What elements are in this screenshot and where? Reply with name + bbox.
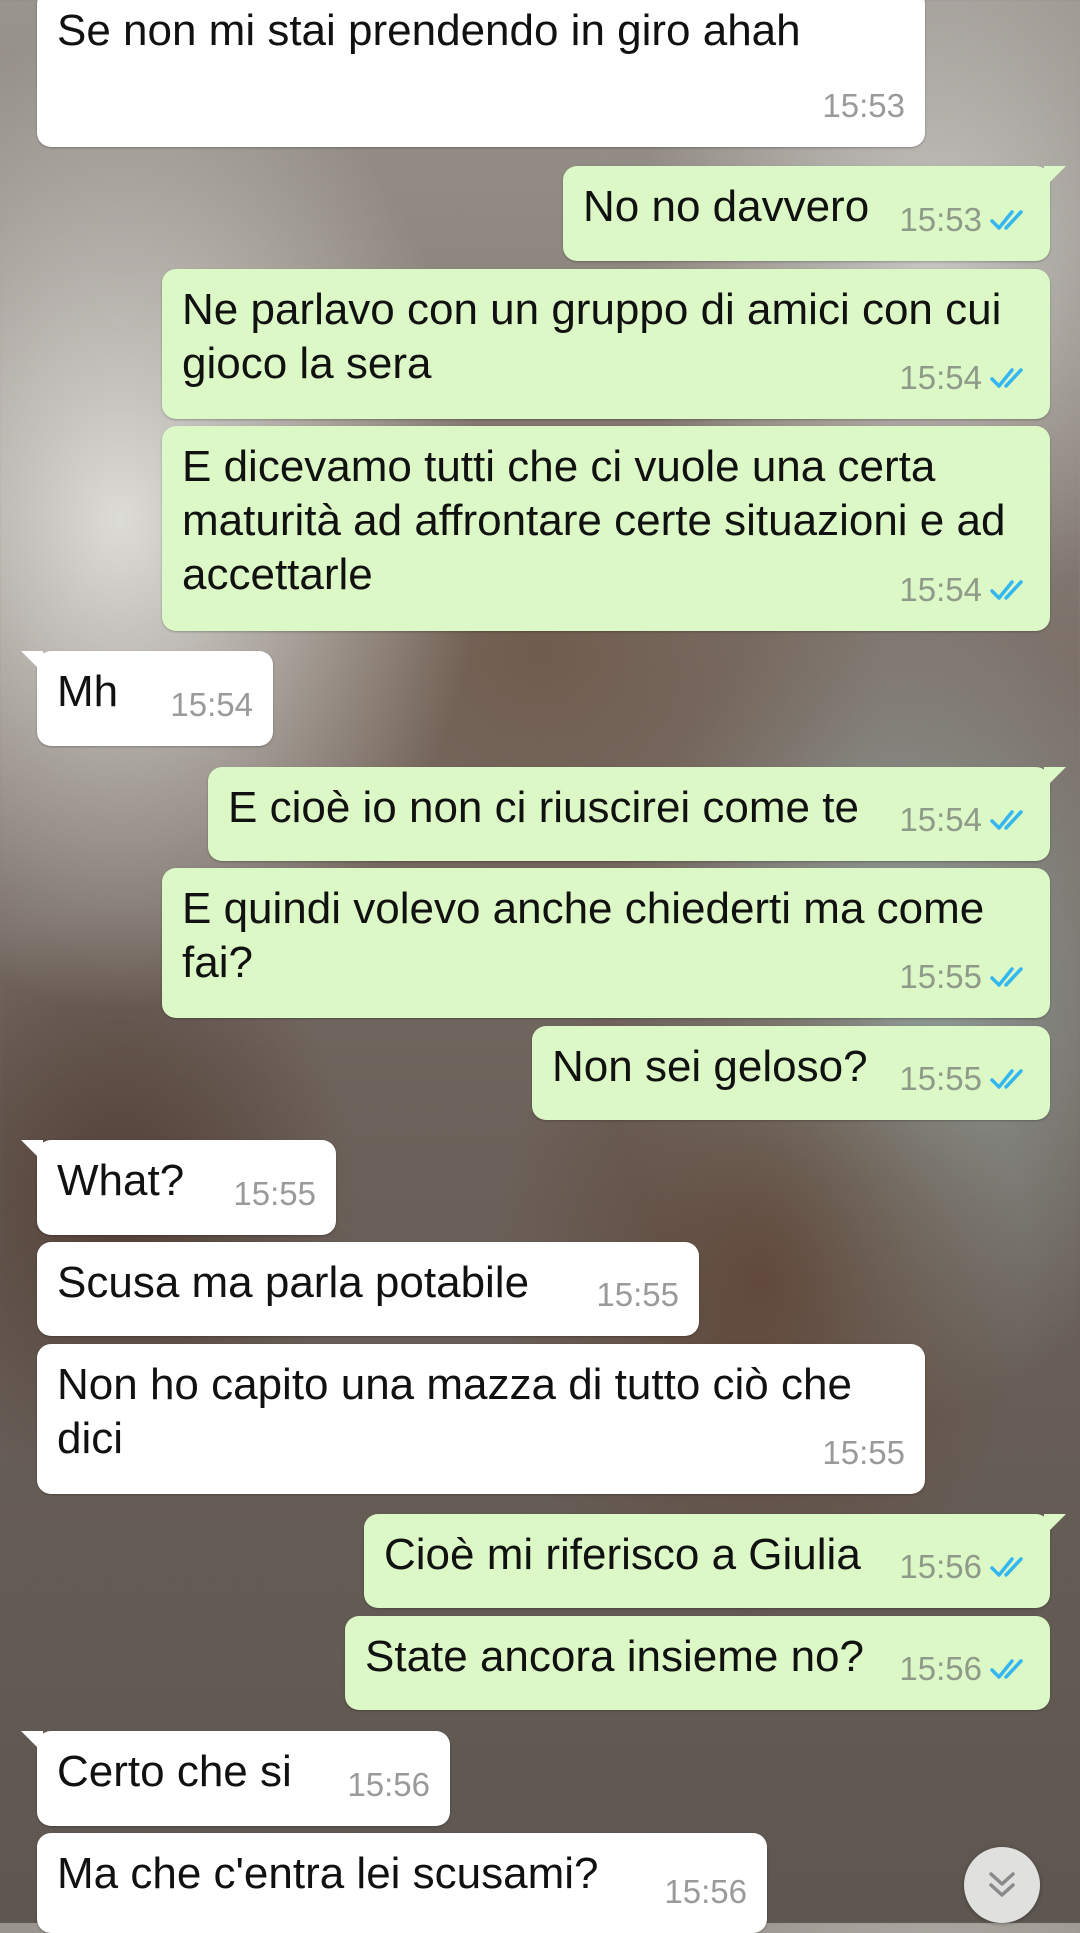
message-text: Ma che c'entra lei scusami? (57, 1849, 599, 1898)
message-meta: 15:54 (170, 678, 253, 732)
message-time: 15:56 (899, 1548, 982, 1585)
message-meta: 15:55 (233, 1167, 316, 1221)
message-bubble-incoming[interactable]: Certo che si 15:56 (21, 1731, 450, 1826)
message-text: Scusa ma parla potabile (57, 1258, 530, 1307)
message-bubble-outgoing[interactable]: No no davvero 15:53 (563, 166, 1066, 261)
message-meta: 15:55 (899, 950, 1030, 1004)
message-bubble-outgoing[interactable]: State ancora insieme no? 15:56 (345, 1616, 1050, 1710)
message-bubble-outgoing[interactable]: Non sei geloso? 15:55 (532, 1026, 1050, 1120)
message-bubble-outgoing[interactable]: E dicevamo tutti che ci vuole una certa … (162, 426, 1050, 631)
message-bubble-incoming[interactable]: Se non mi stai prendendo in giro ahah 15… (37, 0, 925, 147)
scroll-to-bottom-button[interactable] (964, 1847, 1040, 1923)
double-check-icon (990, 1659, 1023, 1679)
message-time: 15:55 (596, 1276, 679, 1313)
message-bubble-incoming[interactable]: Non ho capito una mazza di tutto ciò che… (37, 1344, 925, 1494)
message-time: 15:55 (233, 1175, 316, 1212)
message-text: Se non mi stai prendendo in giro ahah (57, 6, 801, 55)
bubble-tail (21, 1731, 43, 1753)
message-meta: 15:53 (822, 79, 905, 133)
message-time: 15:55 (822, 1434, 905, 1471)
bubble-tail (1044, 166, 1066, 188)
message-bubble-incoming[interactable]: What? 15:55 (21, 1140, 336, 1235)
bubble-tail (21, 651, 43, 673)
message-meta: 15:54 (899, 793, 1030, 847)
chat-area[interactable]: Se non mi stai prendendo in giro ahah 15… (0, 0, 1080, 1933)
double-chevron-down-icon (989, 1872, 1015, 1897)
message-meta: 15:55 (596, 1268, 679, 1322)
message-bubble-outgoing[interactable]: E cioè io non ci riuscirei come te 15:54 (208, 767, 1066, 861)
message-meta: 15:56 (664, 1865, 747, 1919)
message-meta: 15:54 (899, 351, 1030, 405)
message-time: 15:54 (170, 686, 253, 723)
double-check-icon (990, 967, 1023, 987)
message-meta: 15:56 (899, 1540, 1030, 1594)
message-bubble-incoming[interactable]: Ma che c'entra lei scusami? 15:56 (37, 1833, 767, 1933)
message-bubble-outgoing[interactable]: Ne parlavo con un gruppo di amici con cu… (162, 269, 1050, 419)
message-time: 15:54 (899, 571, 982, 608)
message-meta: 15:53 (899, 193, 1030, 247)
message-time: 15:56 (347, 1766, 430, 1803)
message-time: 15:54 (899, 359, 982, 396)
message-meta: 15:54 (899, 563, 1030, 617)
double-check-icon (990, 1069, 1023, 1089)
double-check-icon (990, 1557, 1023, 1577)
message-time: 15:54 (899, 801, 982, 838)
message-text: Non ho capito una mazza di tutto ciò che… (57, 1360, 865, 1463)
message-time: 15:56 (899, 1650, 982, 1687)
bubble-tail (21, 1140, 43, 1162)
bubble-tail (1044, 767, 1066, 789)
message-time: 15:56 (664, 1873, 747, 1910)
message-bubble-outgoing[interactable]: E quindi volevo anche chiederti ma come … (162, 868, 1050, 1018)
message-time: 15:55 (899, 958, 982, 995)
message-meta: 15:56 (899, 1642, 1030, 1696)
message-time: 15:53 (899, 201, 982, 238)
double-check-icon (990, 368, 1023, 388)
message-bubble-outgoing[interactable]: Cioè mi riferisco a Giulia 15:56 (364, 1514, 1066, 1608)
message-meta: 15:56 (347, 1758, 430, 1812)
message-meta: 15:55 (899, 1052, 1030, 1106)
message-time: 15:55 (899, 1060, 982, 1097)
message-bubble-incoming[interactable]: Scusa ma parla potabile 15:55 (37, 1242, 699, 1336)
double-check-icon (990, 810, 1023, 830)
bubble-tail (1044, 1514, 1066, 1536)
message-time: 15:53 (822, 87, 905, 124)
double-check-icon (990, 580, 1023, 600)
message-meta: 15:55 (822, 1426, 905, 1480)
double-check-icon (990, 210, 1023, 230)
message-bubble-incoming[interactable]: Mh 15:54 (21, 651, 273, 746)
